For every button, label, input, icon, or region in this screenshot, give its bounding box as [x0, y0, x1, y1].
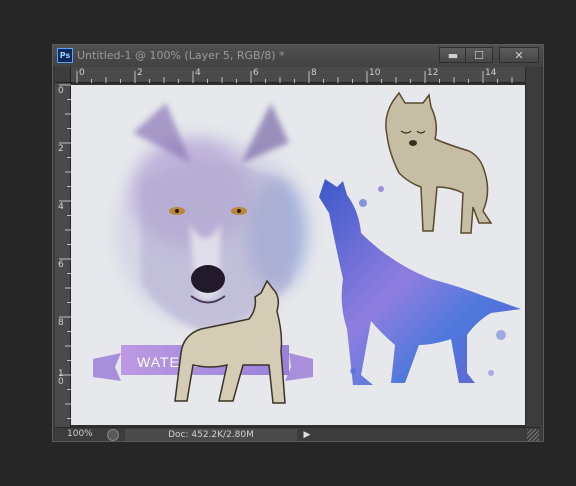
zoom-field[interactable]: 100% — [57, 428, 101, 441]
minimize-button[interactable]: ▬ — [439, 47, 467, 63]
vertical-ruler[interactable]: 0 2 4 6 8 1 0 — [55, 83, 71, 427]
maximize-button[interactable]: ☐ — [465, 47, 493, 63]
photoshop-logo: Ps — [57, 48, 73, 63]
status-menu-icon[interactable] — [107, 429, 119, 441]
ruler-label: 12 — [427, 68, 439, 78]
ruler-origin[interactable] — [55, 67, 71, 83]
document-title: Untitled-1 @ 100% (Layer 5, RGB/8) * — [77, 49, 285, 62]
document-canvas[interactable]: WATERCOL — [71, 83, 525, 427]
ruler-label: 4 — [58, 202, 64, 212]
horizontal-ruler[interactable]: 0 2 4 6 8 10 12 14 — [71, 67, 525, 83]
ruler-label: 6 — [58, 260, 64, 270]
ruler-label: 2 — [58, 144, 64, 154]
ruler-label: 8 — [311, 68, 317, 78]
ruler-label: 4 — [195, 68, 201, 78]
status-bar: 100% Doc: 452.2K/2.80M ▶ — [55, 427, 541, 441]
ruler-label: 2 — [137, 68, 143, 78]
ruler-label: 14 — [485, 68, 497, 78]
canvas-area[interactable]: WATERCOL — [71, 83, 525, 427]
ruler-label: 8 — [58, 318, 64, 328]
document-info[interactable]: Doc: 452.2K/2.80M — [125, 429, 297, 441]
ruler-label: 0 — [58, 86, 64, 96]
status-expand-arrow-icon[interactable]: ▶ — [301, 429, 313, 441]
vertical-scrollbar[interactable] — [525, 67, 541, 427]
document-window: Ps Untitled-1 @ 100% (Layer 5, RGB/8) * … — [52, 44, 544, 442]
ruler-label: 0 — [79, 68, 85, 78]
close-button[interactable]: ✕ — [499, 47, 539, 63]
ruler-label: 6 — [253, 68, 259, 78]
ruler-label: 0 — [58, 377, 64, 387]
ruler-label: 10 — [369, 68, 381, 78]
title-bar[interactable]: Ps Untitled-1 @ 100% (Layer 5, RGB/8) * … — [53, 45, 543, 68]
resize-grip-icon[interactable] — [527, 429, 539, 441]
